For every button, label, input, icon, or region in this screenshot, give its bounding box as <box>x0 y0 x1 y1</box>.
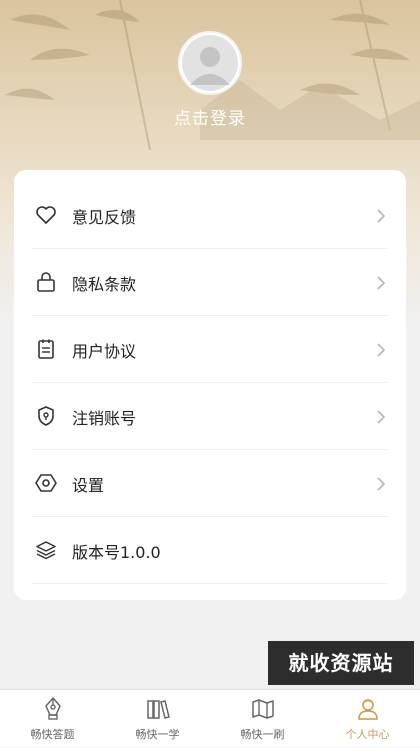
chevron-right-icon <box>377 410 386 424</box>
chevron-right-icon <box>377 209 386 223</box>
bottom-tab-bar: 畅快答题 畅快一学 畅快一刷 个人中心 <box>0 689 420 747</box>
document-icon <box>38 339 54 359</box>
menu-item-privacy[interactable]: 隐私条款 <box>32 249 388 316</box>
login-label[interactable]: 点击登录 <box>0 104 420 129</box>
menu-item-label: 用户协议 <box>72 342 137 361</box>
menu-item-label: 设置 <box>72 476 105 495</box>
tab-practice[interactable]: 畅快一刷 <box>210 690 315 748</box>
tab-profile[interactable]: 个人中心 <box>315 690 420 748</box>
layers-icon <box>36 541 56 560</box>
menu-item-version: 版本号1.0.0 <box>32 517 388 584</box>
tab-answer[interactable]: 畅快答题 <box>0 690 105 748</box>
shield-icon <box>38 406 54 426</box>
tab-study[interactable]: 畅快一学 <box>105 690 210 748</box>
menu-item-label: 注销账号 <box>72 409 137 428</box>
user-silhouette-icon <box>182 35 238 91</box>
avatar[interactable] <box>178 31 242 95</box>
heart-icon <box>36 206 56 224</box>
menu-card: 意见反馈 隐私条款 用户协议 注销账号 设置 版本号1.0.0 <box>14 170 406 600</box>
menu-item-label: 隐私条款 <box>72 275 137 294</box>
tab-label: 畅快一刷 <box>240 728 285 741</box>
hexagon-settings-icon <box>35 474 57 492</box>
menu-item-delete-account[interactable]: 注销账号 <box>32 383 388 450</box>
tab-label: 畅快答题 <box>30 728 75 741</box>
chevron-right-icon <box>377 343 386 357</box>
watermark: 就收资源站 <box>268 641 414 685</box>
person-icon <box>358 699 378 720</box>
version-label: 版本号1.0.0 <box>72 543 161 562</box>
pen-nib-icon <box>45 697 61 720</box>
menu-item-user-agreement[interactable]: 用户协议 <box>32 316 388 383</box>
tab-label: 个人中心 <box>345 728 390 741</box>
lock-icon <box>37 272 55 292</box>
menu-item-label: 意见反馈 <box>72 208 137 227</box>
chevron-right-icon <box>377 276 386 290</box>
books-icon <box>147 700 170 719</box>
tab-label: 畅快一学 <box>135 728 180 741</box>
menu-item-feedback[interactable]: 意见反馈 <box>32 182 388 249</box>
chevron-right-icon <box>377 477 386 491</box>
menu-item-settings[interactable]: 设置 <box>32 450 388 517</box>
map-book-icon <box>252 699 274 719</box>
